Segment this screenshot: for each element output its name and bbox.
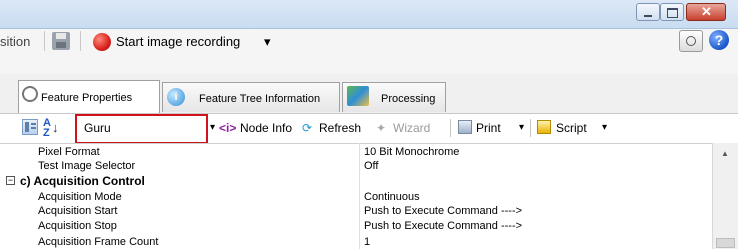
grid-row[interactable]: Test Image Selector Off bbox=[0, 159, 712, 173]
maximize-button[interactable] bbox=[660, 3, 684, 21]
property-value: 1 bbox=[364, 236, 371, 248]
grid-row[interactable]: Acquisition Frame Count 1 bbox=[0, 235, 712, 249]
print-button[interactable]: Print bbox=[476, 121, 501, 135]
visibility-select[interactable]: Guru bbox=[75, 114, 208, 144]
refresh-button[interactable]: Refresh bbox=[319, 121, 361, 135]
scroll-up-icon[interactable]: ▲ bbox=[721, 149, 729, 158]
property-name: Acquisition Stop bbox=[38, 220, 117, 232]
tab-processing[interactable]: Processing bbox=[342, 82, 446, 112]
start-recording-button[interactable]: Start image recording bbox=[116, 34, 240, 50]
info-icon: i bbox=[167, 88, 185, 106]
tab-label: Feature Properties bbox=[41, 92, 133, 104]
tab-label: Feature Tree Information bbox=[199, 93, 321, 105]
maximize-icon bbox=[667, 8, 678, 18]
tab-feature-properties[interactable]: Feature Properties bbox=[18, 80, 160, 113]
close-icon: ✕ bbox=[701, 4, 712, 19]
grid-row[interactable]: Acquisition Start Push to Execute Comman… bbox=[0, 204, 712, 218]
property-value: Off bbox=[364, 160, 379, 172]
script-dropdown-icon[interactable]: ▾ bbox=[602, 121, 607, 135]
property-name: Pixel Format bbox=[38, 146, 100, 158]
print-dropdown-icon[interactable]: ▾ bbox=[519, 121, 524, 135]
property-name: Acquisition Start bbox=[38, 205, 118, 217]
toolbar-partial-label: sition bbox=[0, 34, 31, 49]
tab-label: Processing bbox=[381, 93, 436, 105]
property-value: 10 Bit Monochrome bbox=[364, 146, 460, 158]
property-name: Acquisition Mode bbox=[38, 191, 122, 203]
minimize-button[interactable] bbox=[636, 3, 660, 21]
visibility-dropdown-icon[interactable]: ▾ bbox=[210, 121, 215, 135]
print-icon bbox=[458, 120, 472, 134]
wizard-icon: ✦ bbox=[376, 121, 387, 135]
grid-row[interactable]: Pixel Format 10 Bit Monochrome bbox=[0, 145, 712, 159]
node-info-button[interactable]: Node Info bbox=[240, 121, 292, 135]
visibility-value: Guru bbox=[84, 121, 111, 135]
script-button[interactable]: Script bbox=[556, 121, 587, 135]
camera-icon[interactable] bbox=[679, 30, 703, 52]
record-icon[interactable] bbox=[93, 33, 111, 51]
grid-row[interactable]: Acquisition Mode Continuous bbox=[0, 190, 712, 204]
vertical-scrollbar[interactable]: ▲ bbox=[712, 143, 738, 249]
gear-icon bbox=[22, 86, 38, 102]
toolbar-separator bbox=[44, 31, 45, 51]
sort-alphabetical-icon[interactable]: AZ bbox=[43, 118, 51, 139]
processing-icon bbox=[347, 86, 369, 106]
property-value: Continuous bbox=[364, 191, 420, 203]
property-value: Push to Execute Command ----> bbox=[364, 205, 523, 217]
wizard-button[interactable]: Wizard bbox=[393, 121, 430, 135]
scroll-thumb[interactable] bbox=[716, 238, 735, 248]
help-icon[interactable]: ? bbox=[709, 30, 729, 50]
title-bar bbox=[0, 0, 738, 29]
toolbar-separator bbox=[80, 31, 81, 51]
grid-row[interactable]: Acquisition Stop Push to Execute Command… bbox=[0, 219, 712, 233]
save-icon[interactable] bbox=[52, 32, 70, 50]
sort-arrow-icon: ↓ bbox=[52, 120, 59, 135]
property-value: Push to Execute Command ----> bbox=[364, 220, 523, 232]
category-row[interactable]: − c) Acquisition Control bbox=[0, 174, 712, 188]
refresh-icon: ⟳ bbox=[302, 121, 313, 135]
collapse-icon[interactable]: − bbox=[6, 176, 15, 185]
category-label: c) Acquisition Control bbox=[20, 174, 145, 188]
tab-feature-tree-information[interactable]: i Feature Tree Information bbox=[162, 82, 340, 112]
property-name: Acquisition Frame Count bbox=[38, 236, 159, 248]
categorized-view-icon[interactable] bbox=[22, 119, 38, 135]
node-info-icon: <i> bbox=[219, 121, 237, 135]
property-name: Test Image Selector bbox=[38, 160, 136, 172]
minimize-icon bbox=[644, 15, 652, 17]
toolbar-separator bbox=[530, 119, 531, 137]
record-dropdown-icon[interactable]: ▾ bbox=[264, 34, 271, 50]
close-button[interactable]: ✕ bbox=[686, 3, 726, 21]
toolbar-separator bbox=[450, 119, 451, 137]
main-toolbar bbox=[0, 29, 738, 74]
script-icon bbox=[537, 120, 551, 134]
